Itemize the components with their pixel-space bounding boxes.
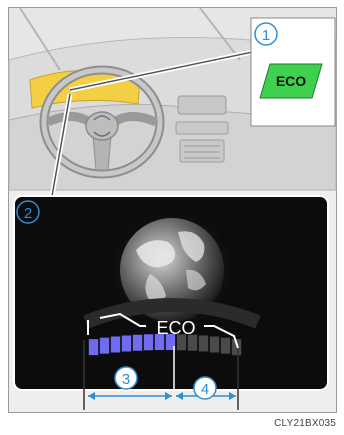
diagram: 1 ECO 2 ECO 3 4: [8, 7, 337, 410]
power-zone-segment: [220, 337, 231, 354]
callout-2: 2: [24, 205, 32, 222]
eco-zone-segment: [121, 335, 132, 352]
power-zone-segment: [209, 336, 220, 353]
eco-zone-segment: [99, 337, 110, 354]
eco-zone-segment: [110, 336, 121, 353]
eco-zone-segment: [132, 334, 143, 351]
power-zone-segment: [198, 335, 209, 352]
eco-zone-segment: [88, 339, 99, 356]
eco-zone-segment: [143, 334, 154, 351]
callout-3: 3: [122, 371, 130, 388]
multi-info-display: [13, 195, 329, 391]
eco-indicator-label: ECO: [276, 73, 306, 89]
eco-display-label: ECO: [156, 318, 195, 338]
callout-4: 4: [201, 381, 209, 398]
callout-1: 1: [262, 27, 270, 44]
figure-code: CLY21BX035: [274, 418, 336, 429]
